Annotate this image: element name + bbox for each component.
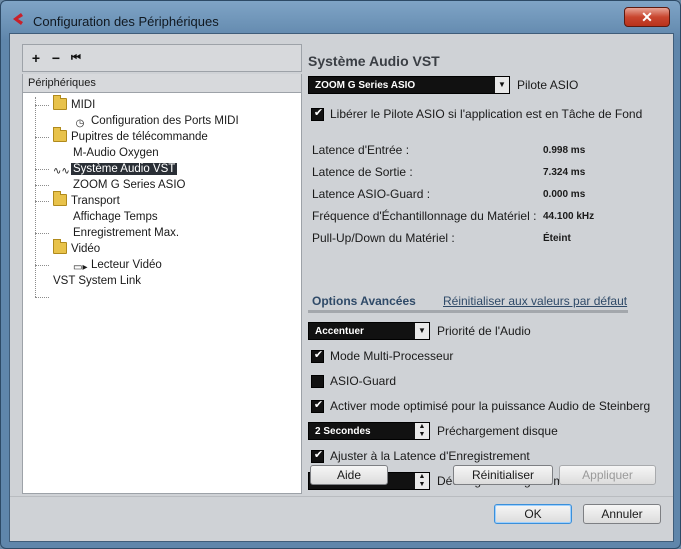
spin-arrows-icon: ▲ ▼	[415, 473, 429, 489]
tree-item-label: Vidéo	[71, 243, 101, 255]
tree-connector	[35, 97, 36, 297]
tree-item-transport[interactable]: Transport	[53, 191, 120, 209]
tree-item-vst-system-link[interactable]: VST System Link	[53, 273, 141, 289]
tree-toolbar: + − ⏮	[22, 44, 302, 72]
divider	[10, 496, 673, 497]
device-setup-window: Configuration des Périphériques ✕ + − ⏮ …	[0, 0, 681, 549]
waveform-icon: ∿∿	[53, 166, 70, 177]
chevron-down-icon: ▼	[415, 323, 429, 339]
tree-connector	[35, 265, 49, 266]
advanced-options-title: Options Avancées	[312, 294, 416, 308]
spin-arrows-icon: ▲ ▼	[415, 423, 429, 439]
asio-driver-value: ZOOM G Series ASIO	[315, 80, 416, 91]
asioguard-checkbox[interactable]	[311, 375, 324, 388]
asioguard-latency-value: 0.000 ms	[543, 189, 586, 200]
asioguard-latency-label: Latence ASIO-Guard :	[312, 187, 431, 201]
pullup-label: Pull-Up/Down du Matériel :	[312, 231, 455, 245]
multiprocessor-checkbox[interactable]	[311, 348, 325, 363]
ok-button[interactable]: OK	[494, 504, 572, 524]
tree-item-label: Système Audio VST	[71, 163, 178, 175]
title-bar: Configuration des Périphériques ✕	[1, 1, 680, 35]
tree-item-time-display[interactable]: Affichage Temps	[73, 209, 158, 225]
steinberg-power-label: Activer mode optimisé pour la puissance …	[330, 399, 651, 413]
tree-connector	[35, 169, 49, 170]
reset-button[interactable]: Réinitialiser	[453, 465, 553, 485]
output-latency-label: Latence de Sortie :	[312, 165, 413, 179]
close-button[interactable]: ✕	[624, 7, 670, 27]
tree-item-label: Affichage Temps	[73, 211, 158, 223]
tree-item-label: Configuration des Ports MIDI	[91, 115, 239, 127]
multiprocessor-label: Mode Multi-Processeur	[330, 349, 454, 363]
asio-driver-label: Pilote ASIO	[517, 78, 579, 92]
tree-item-label: VST System Link	[53, 275, 141, 287]
folder-icon	[53, 191, 67, 206]
adjust-latency-label: Ajuster à la Latence d'Enregistrement	[330, 449, 530, 463]
tree-connector	[35, 137, 49, 138]
dialog-body: + − ⏮ Périphériques MIDI ◷ Configuration…	[9, 33, 674, 542]
help-button[interactable]: Aide	[310, 465, 388, 485]
tree-item-record-time-max[interactable]: Enregistrement Max.	[73, 225, 179, 241]
add-device-button[interactable]: +	[27, 49, 45, 67]
cancel-button[interactable]: Annuler	[583, 504, 661, 524]
tree-item-vst-audio-system[interactable]: ∿∿ Système Audio VST	[53, 161, 178, 177]
tree-connector	[35, 185, 49, 186]
asioguard-label: ASIO-Guard	[330, 374, 397, 388]
device-tree[interactable]: MIDI ◷ Configuration des Ports MIDI Pupit…	[22, 92, 302, 494]
cubase-logo-icon	[13, 13, 23, 25]
tree-item-video[interactable]: Vidéo	[53, 239, 101, 257]
disk-preload-label: Préchargement disque	[437, 424, 558, 438]
steinberg-power-checkbox[interactable]	[311, 398, 325, 413]
adjust-latency-checkbox[interactable]	[311, 448, 325, 463]
release-driver-checkbox[interactable]	[311, 106, 325, 121]
tree-item-label: M-Audio Oxygen	[73, 147, 159, 159]
tree-item-label: Pupitres de télécommande	[71, 131, 208, 143]
disk-preload-value: 2 Secondes	[315, 426, 371, 437]
audio-priority-label: Priorité de l'Audio	[437, 324, 531, 338]
output-latency-value: 7.324 ms	[543, 167, 586, 178]
audio-priority-value: Accentuer	[315, 326, 364, 337]
tree-header: Périphériques	[22, 74, 302, 92]
tree-item-video-player[interactable]: ▭▸ Lecteur Vidéo	[73, 257, 162, 273]
apply-button[interactable]: Appliquer	[559, 465, 656, 485]
settings-panel: Système Audio VST ZOOM G Series ASIO ▼ P…	[308, 44, 660, 494]
disk-preload-stepper[interactable]: 2 Secondes ▲ ▼	[308, 422, 430, 440]
sample-rate-label: Fréquence d'Échantillonnage du Matériel …	[312, 209, 537, 223]
input-latency-value: 0.998 ms	[543, 145, 586, 156]
tree-connector	[35, 105, 49, 106]
tree-item-midi[interactable]: MIDI	[53, 95, 96, 113]
devices-panel: + − ⏮ Périphériques MIDI ◷ Configuration…	[22, 44, 302, 494]
pullup-value: Éteint	[543, 233, 571, 244]
tree-connector	[35, 297, 49, 298]
sample-rate-value: 44.100 kHz	[543, 211, 595, 222]
folder-icon	[53, 127, 67, 142]
tree-item-label: MIDI	[71, 99, 96, 111]
release-driver-label: Libérer le Pilote ASIO si l'application …	[330, 107, 643, 121]
asio-driver-dropdown[interactable]: ZOOM G Series ASIO ▼	[308, 76, 510, 94]
reset-defaults-link[interactable]: Réinitialiser aux valeurs par défaut	[443, 294, 627, 308]
window-title: Configuration des Périphériques	[33, 14, 219, 29]
tree-item-zoom-asio[interactable]: ZOOM G Series ASIO	[73, 177, 185, 193]
input-latency-label: Latence d'Entrée :	[312, 143, 410, 157]
chevron-down-icon: ▼	[495, 77, 509, 93]
remove-device-button[interactable]: −	[47, 49, 65, 67]
tree-item-label: ZOOM G Series ASIO	[73, 179, 186, 191]
tree-connector	[35, 201, 49, 202]
divider	[308, 310, 628, 313]
tree-connector	[35, 233, 49, 234]
tree-item-label: Enregistrement Max.	[73, 227, 180, 239]
tree-item-m-audio-oxygen[interactable]: M-Audio Oxygen	[73, 145, 159, 161]
tree-item-remote-devices[interactable]: Pupitres de télécommande	[53, 127, 208, 145]
panel-title: Système Audio VST	[308, 53, 440, 69]
tree-item-label: Lecteur Vidéo	[91, 259, 162, 271]
folder-icon	[53, 95, 67, 110]
folder-icon	[53, 239, 67, 254]
audio-priority-dropdown[interactable]: Accentuer ▼	[308, 322, 430, 340]
tree-item-label: Transport	[71, 195, 120, 207]
tree-item-midi-port-setup[interactable]: ◷ Configuration des Ports MIDI	[73, 113, 239, 129]
reset-device-button[interactable]: ⏮	[67, 49, 85, 67]
